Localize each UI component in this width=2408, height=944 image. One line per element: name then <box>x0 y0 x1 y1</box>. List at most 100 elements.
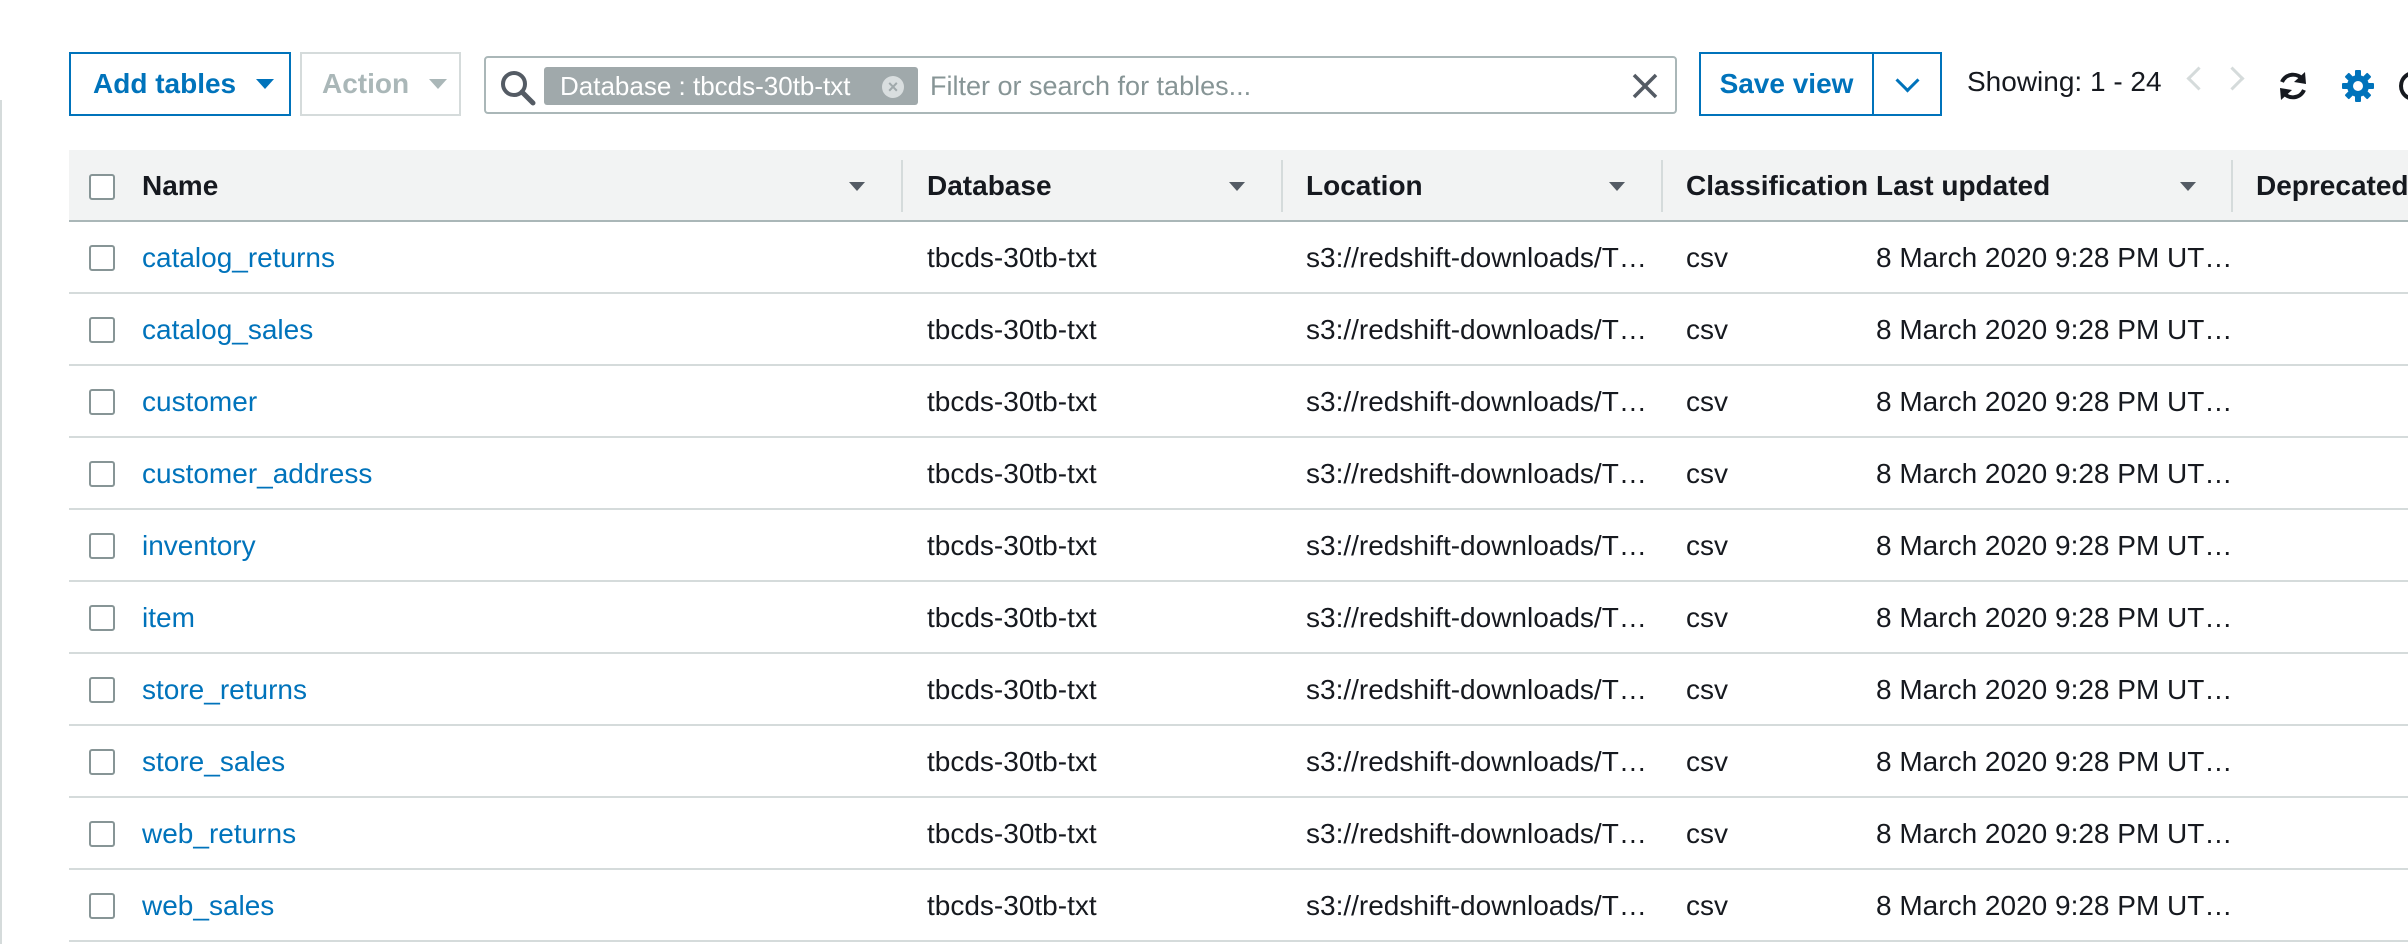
chevron-right-icon[interactable] <box>2220 66 2245 91</box>
database-cell: tbcds-30tb-txt <box>927 602 1097 633</box>
search-box[interactable]: Database : tbcds-30tb-txt × <box>484 56 1677 114</box>
table-toolbar: Add tables Action Database : tbcds-30tb-… <box>0 52 2408 120</box>
column-header-database[interactable]: Database <box>927 170 1052 202</box>
location-cell: s3://redshift-downloads/T… <box>1306 458 1647 489</box>
table-row[interactable]: store_returns tbcds-30tb-txt s3://redshift… <box>69 654 2408 726</box>
table-name-link[interactable]: web_sales <box>142 890 274 922</box>
refresh-icon[interactable] <box>2275 68 2311 104</box>
column-divider[interactable] <box>1281 160 1283 212</box>
chevron-down-icon <box>1894 67 1920 93</box>
table-name-link[interactable]: catalog_returns <box>142 242 335 274</box>
row-checkbox[interactable] <box>89 317 115 343</box>
add-tables-button[interactable]: Add tables <box>69 52 291 116</box>
sort-database-icon[interactable] <box>1229 182 1245 191</box>
caret-down-icon <box>256 79 275 89</box>
remove-filter-icon[interactable]: × <box>882 76 904 98</box>
classification-cell: csv <box>1686 674 1728 705</box>
table-row[interactable]: item tbcds-30tb-txt s3://redshift-download… <box>69 582 2408 654</box>
row-checkbox[interactable] <box>89 821 115 847</box>
table-row[interactable]: web_returns tbcds-30tb-txt s3://redshift-d… <box>69 798 2408 870</box>
clear-icon[interactable] <box>1629 70 1661 102</box>
row-checkbox[interactable] <box>89 749 115 775</box>
column-header-name[interactable]: Name <box>142 170 218 202</box>
table-row[interactable]: inventory tbcds-30tb-txt s3://redshift-dow… <box>69 510 2408 582</box>
last-updated-cell: 8 March 2020 9:28 PM UT… <box>1876 242 2233 273</box>
classification-cell: csv <box>1686 386 1728 417</box>
classification-cell: csv <box>1686 530 1728 561</box>
column-header-classification[interactable]: Classification <box>1686 170 1868 202</box>
database-cell: tbcds-30tb-txt <box>927 458 1097 489</box>
database-cell: tbcds-30tb-txt <box>927 386 1097 417</box>
caret-down-icon <box>429 79 448 89</box>
page-left-border <box>0 100 2 944</box>
save-view-dropdown-button[interactable] <box>1872 52 1942 116</box>
table-row[interactable]: customer_address tbcds-30tb-txt s3://redsh… <box>69 438 2408 510</box>
table-name-link[interactable]: store_sales <box>142 746 285 778</box>
sort-location-icon[interactable] <box>1609 182 1625 191</box>
table-name-link[interactable]: catalog_sales <box>142 314 313 346</box>
search-input[interactable] <box>928 64 1592 108</box>
last-updated-cell: 8 March 2020 9:28 PM UT… <box>1876 746 2233 777</box>
save-view-button[interactable]: Save view <box>1699 52 1874 116</box>
database-cell: tbcds-30tb-txt <box>927 746 1097 777</box>
table-name-link[interactable]: item <box>142 602 195 634</box>
row-checkbox[interactable] <box>89 245 115 271</box>
table-row[interactable]: customer tbcds-30tb-txt s3://redshift-down… <box>69 366 2408 438</box>
column-header-deprecated[interactable]: Deprecated <box>2256 170 2408 202</box>
location-cell: s3://redshift-downloads/T… <box>1306 242 1647 273</box>
database-cell: tbcds-30tb-txt <box>927 314 1097 345</box>
last-updated-cell: 8 March 2020 9:28 PM UT… <box>1876 890 2233 921</box>
location-cell: s3://redshift-downloads/T… <box>1306 818 1647 849</box>
add-tables-label: Add tables <box>93 68 237 99</box>
table-row[interactable]: catalog_returns tbcds-30tb-txt s3://redshi… <box>69 222 2408 294</box>
row-checkbox[interactable] <box>89 605 115 631</box>
sort-name-icon[interactable] <box>849 182 865 191</box>
column-header-location[interactable]: Location <box>1306 170 1423 202</box>
last-updated-cell: 8 March 2020 9:28 PM UT… <box>1876 314 2233 345</box>
table-name-link[interactable]: store_returns <box>142 674 307 706</box>
row-checkbox[interactable] <box>89 461 115 487</box>
column-divider[interactable] <box>1661 160 1663 212</box>
location-cell: s3://redshift-downloads/T… <box>1306 746 1647 777</box>
classification-cell: csv <box>1686 458 1728 489</box>
location-cell: s3://redshift-downloads/T… <box>1306 890 1647 921</box>
row-checkbox[interactable] <box>89 389 115 415</box>
sort-last-updated-icon[interactable] <box>2180 182 2196 191</box>
table-name-link[interactable]: customer_address <box>142 458 372 490</box>
last-updated-cell: 8 March 2020 9:28 PM UT… <box>1876 458 2233 489</box>
more-icon[interactable] <box>2395 68 2408 104</box>
column-header-last-updated[interactable]: Last updated <box>1876 170 2050 202</box>
row-checkbox[interactable] <box>89 677 115 703</box>
database-cell: tbcds-30tb-txt <box>927 242 1097 273</box>
classification-cell: csv <box>1686 314 1728 345</box>
table-row[interactable]: web_sales tbcds-30tb-txt s3://redshift-dow… <box>69 870 2408 942</box>
classification-cell: csv <box>1686 746 1728 777</box>
last-updated-cell: 8 March 2020 9:28 PM UT… <box>1876 530 2233 561</box>
database-cell: tbcds-30tb-txt <box>927 530 1097 561</box>
action-button[interactable]: Action <box>300 52 461 116</box>
table-row[interactable]: catalog_sales tbcds-30tb-txt s3://redshift… <box>69 294 2408 366</box>
pagination-status: Showing: 1 - 24 <box>1967 66 2162 97</box>
column-divider[interactable] <box>901 160 903 212</box>
location-cell: s3://redshift-downloads/T… <box>1306 602 1647 633</box>
gear-icon[interactable] <box>2340 68 2376 104</box>
database-cell: tbcds-30tb-txt <box>927 674 1097 705</box>
database-filter-chip: Database : tbcds-30tb-txt × <box>544 67 918 105</box>
classification-cell: csv <box>1686 890 1728 921</box>
chevron-left-icon[interactable] <box>2186 66 2211 91</box>
location-cell: s3://redshift-downloads/T… <box>1306 386 1647 417</box>
database-cell: tbcds-30tb-txt <box>927 890 1097 921</box>
table-name-link[interactable]: customer <box>142 386 257 418</box>
table-row[interactable]: store_sales tbcds-30tb-txt s3://redshift-d… <box>69 726 2408 798</box>
database-cell: tbcds-30tb-txt <box>927 818 1097 849</box>
table-name-link[interactable]: inventory <box>142 530 256 562</box>
row-checkbox[interactable] <box>89 533 115 559</box>
column-divider[interactable] <box>2231 160 2233 212</box>
search-icon <box>501 71 536 106</box>
classification-cell: csv <box>1686 242 1728 273</box>
classification-cell: csv <box>1686 818 1728 849</box>
table-name-link[interactable]: web_returns <box>142 818 296 850</box>
last-updated-cell: 8 March 2020 9:28 PM UT… <box>1876 386 2233 417</box>
row-checkbox[interactable] <box>89 893 115 919</box>
select-all-checkbox[interactable] <box>89 174 115 200</box>
